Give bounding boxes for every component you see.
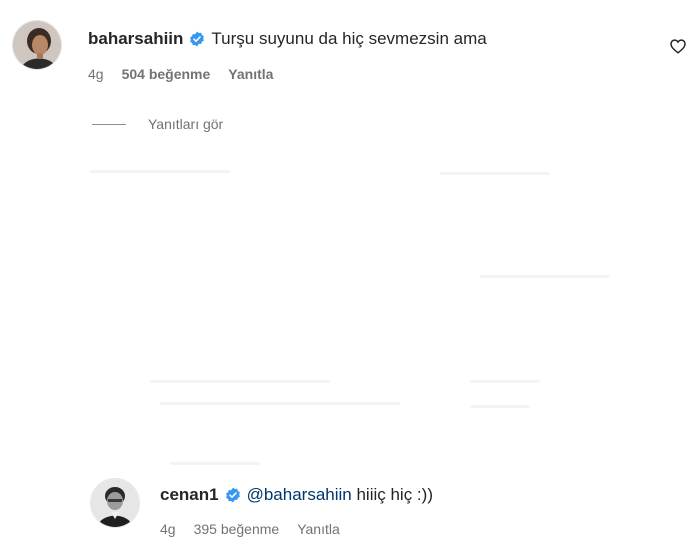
like-count[interactable]: 504 beğenme	[122, 66, 211, 82]
like-count[interactable]: 395 beğenme	[194, 521, 280, 537]
mention-link[interactable]: @baharsahiin	[247, 484, 352, 506]
faded-line	[150, 380, 330, 383]
faded-line	[170, 462, 260, 465]
avatar-image	[91, 479, 139, 527]
verified-badge-icon	[189, 31, 205, 47]
comment-text: Turşu suyunu da hiç sevmezsin ama	[211, 29, 487, 48]
faded-line	[90, 170, 230, 173]
avatar[interactable]	[12, 20, 62, 70]
username[interactable]: cenan1	[160, 484, 219, 506]
comments-panel: baharsahiin Turşu suyunu da hiç sevmezsi…	[0, 0, 700, 555]
reply-button[interactable]: Yanıtla	[297, 521, 340, 537]
faded-line	[470, 380, 540, 383]
username[interactable]: baharsahiin	[88, 28, 183, 50]
comment-line: cenan1 @baharsahiin hiiiç hiç :))	[160, 484, 690, 506]
replies-divider	[92, 123, 126, 125]
faded-line	[480, 275, 610, 278]
reply-button[interactable]: Yanıtla	[228, 66, 273, 82]
heart-icon[interactable]	[670, 39, 686, 59]
comment-item: baharsahiin Turşu suyunu da hiç sevmezsi…	[12, 20, 692, 82]
comment-line: baharsahiin Turşu suyunu da hiç sevmezsi…	[88, 28, 692, 50]
comment-meta: 4g 395 beğenme Yanıtla	[160, 521, 690, 537]
comment-age: 4g	[88, 66, 104, 82]
comment-meta: 4g 504 beğenme Yanıtla	[88, 66, 692, 82]
comment-body: cenan1 @baharsahiin hiiiç hiç :)) 4g 395…	[160, 478, 690, 537]
faded-line	[160, 402, 400, 405]
view-replies-label: Yanıtları gör	[148, 116, 224, 132]
avatar[interactable]	[90, 478, 140, 528]
reply-comment-item: cenan1 @baharsahiin hiiiç hiç :)) 4g 395…	[90, 478, 690, 537]
comment-age: 4g	[160, 521, 176, 537]
comment-text: hiiiç hiç :))	[351, 485, 433, 504]
avatar-image	[13, 21, 61, 69]
faded-line	[470, 405, 530, 408]
verified-badge-icon	[225, 487, 241, 503]
faded-line	[440, 172, 550, 175]
view-replies-button[interactable]: Yanıtları gör	[92, 116, 223, 132]
comment-body: baharsahiin Turşu suyunu da hiç sevmezsi…	[88, 20, 692, 82]
